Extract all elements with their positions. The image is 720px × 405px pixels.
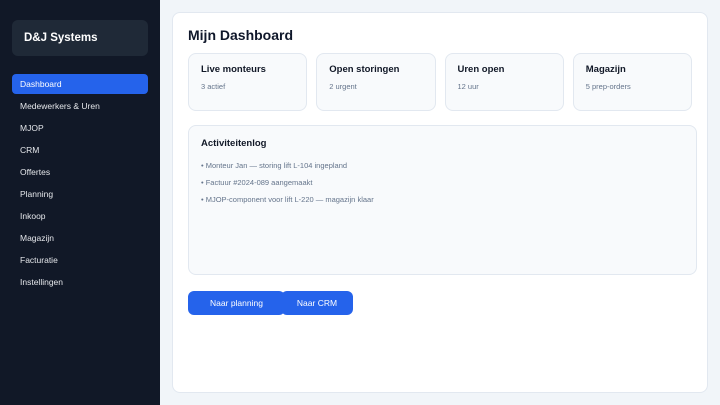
page-title: Mijn Dashboard [188, 27, 294, 43]
sidebar-item-offertes[interactable]: Offertes [12, 162, 148, 182]
card-subtitle: 3 actief [201, 82, 226, 91]
activity-log: Activiteitenlog • Monteur Jan — storing … [188, 125, 697, 275]
sidebar-item-medewerkers-uren[interactable]: Medewerkers & Uren [12, 96, 148, 116]
card-subtitle: 12 uur [457, 82, 479, 91]
card-title: Magazijn [585, 64, 626, 75]
log-item: • MJOP-component voor lift L-220 — magaz… [201, 195, 374, 204]
sidebar-item-instellingen[interactable]: Instellingen [12, 272, 148, 292]
activity-log-list: • Monteur Jan — storing lift L-104 ingep… [201, 161, 684, 204]
log-item: • Monteur Jan — storing lift L-104 ingep… [201, 161, 348, 170]
sidebar-item-facturatie[interactable]: Facturatie [12, 250, 148, 270]
card-subtitle: 5 prep-orders [585, 82, 631, 91]
app: D&J Systems Dashboard Medewerkers & Uren… [0, 0, 720, 405]
sidebar-item-dashboard[interactable]: Dashboard [12, 74, 148, 94]
sidebar-item-crm[interactable]: CRM [12, 140, 148, 160]
brand-logo: D&J Systems [12, 20, 148, 56]
card-title: Uren open [457, 64, 505, 75]
log-item: • Factuur #2024-089 aangemaakt [201, 178, 313, 187]
card-magazijn[interactable]: Magazijn 5 prep-orders [572, 53, 692, 111]
sidebar: D&J Systems Dashboard Medewerkers & Uren… [0, 0, 160, 405]
sidebar-item-magazijn[interactable]: Magazijn [12, 228, 148, 248]
stat-cards: Live monteurs 3 actief Open storingen 2 … [188, 53, 692, 111]
card-title: Open storingen [329, 64, 400, 75]
action-buttons: Naar planning Naar CRM [188, 291, 692, 315]
main-area: Mijn Dashboard Live monteurs 3 actief Op… [160, 0, 720, 405]
sidebar-item-planning[interactable]: Planning [12, 184, 148, 204]
goto-crm-button[interactable]: Naar CRM [281, 291, 353, 315]
goto-planning-button[interactable]: Naar planning [188, 291, 285, 315]
sidebar-item-inkoop[interactable]: Inkoop [12, 206, 148, 226]
sidebar-nav: Dashboard Medewerkers & Uren MJOP CRM Of… [12, 74, 148, 294]
sidebar-item-mjop[interactable]: MJOP [12, 118, 148, 138]
card-uren-open[interactable]: Uren open 12 uur [444, 53, 564, 111]
card-subtitle: 2 urgent [329, 82, 357, 91]
card-live-monteurs[interactable]: Live monteurs 3 actief [188, 53, 308, 111]
card-title: Live monteurs [201, 64, 266, 75]
card-open-storingen[interactable]: Open storingen 2 urgent [316, 53, 436, 111]
dashboard-panel: Mijn Dashboard Live monteurs 3 actief Op… [172, 12, 708, 393]
activity-log-title: Activiteitenlog [201, 138, 267, 149]
